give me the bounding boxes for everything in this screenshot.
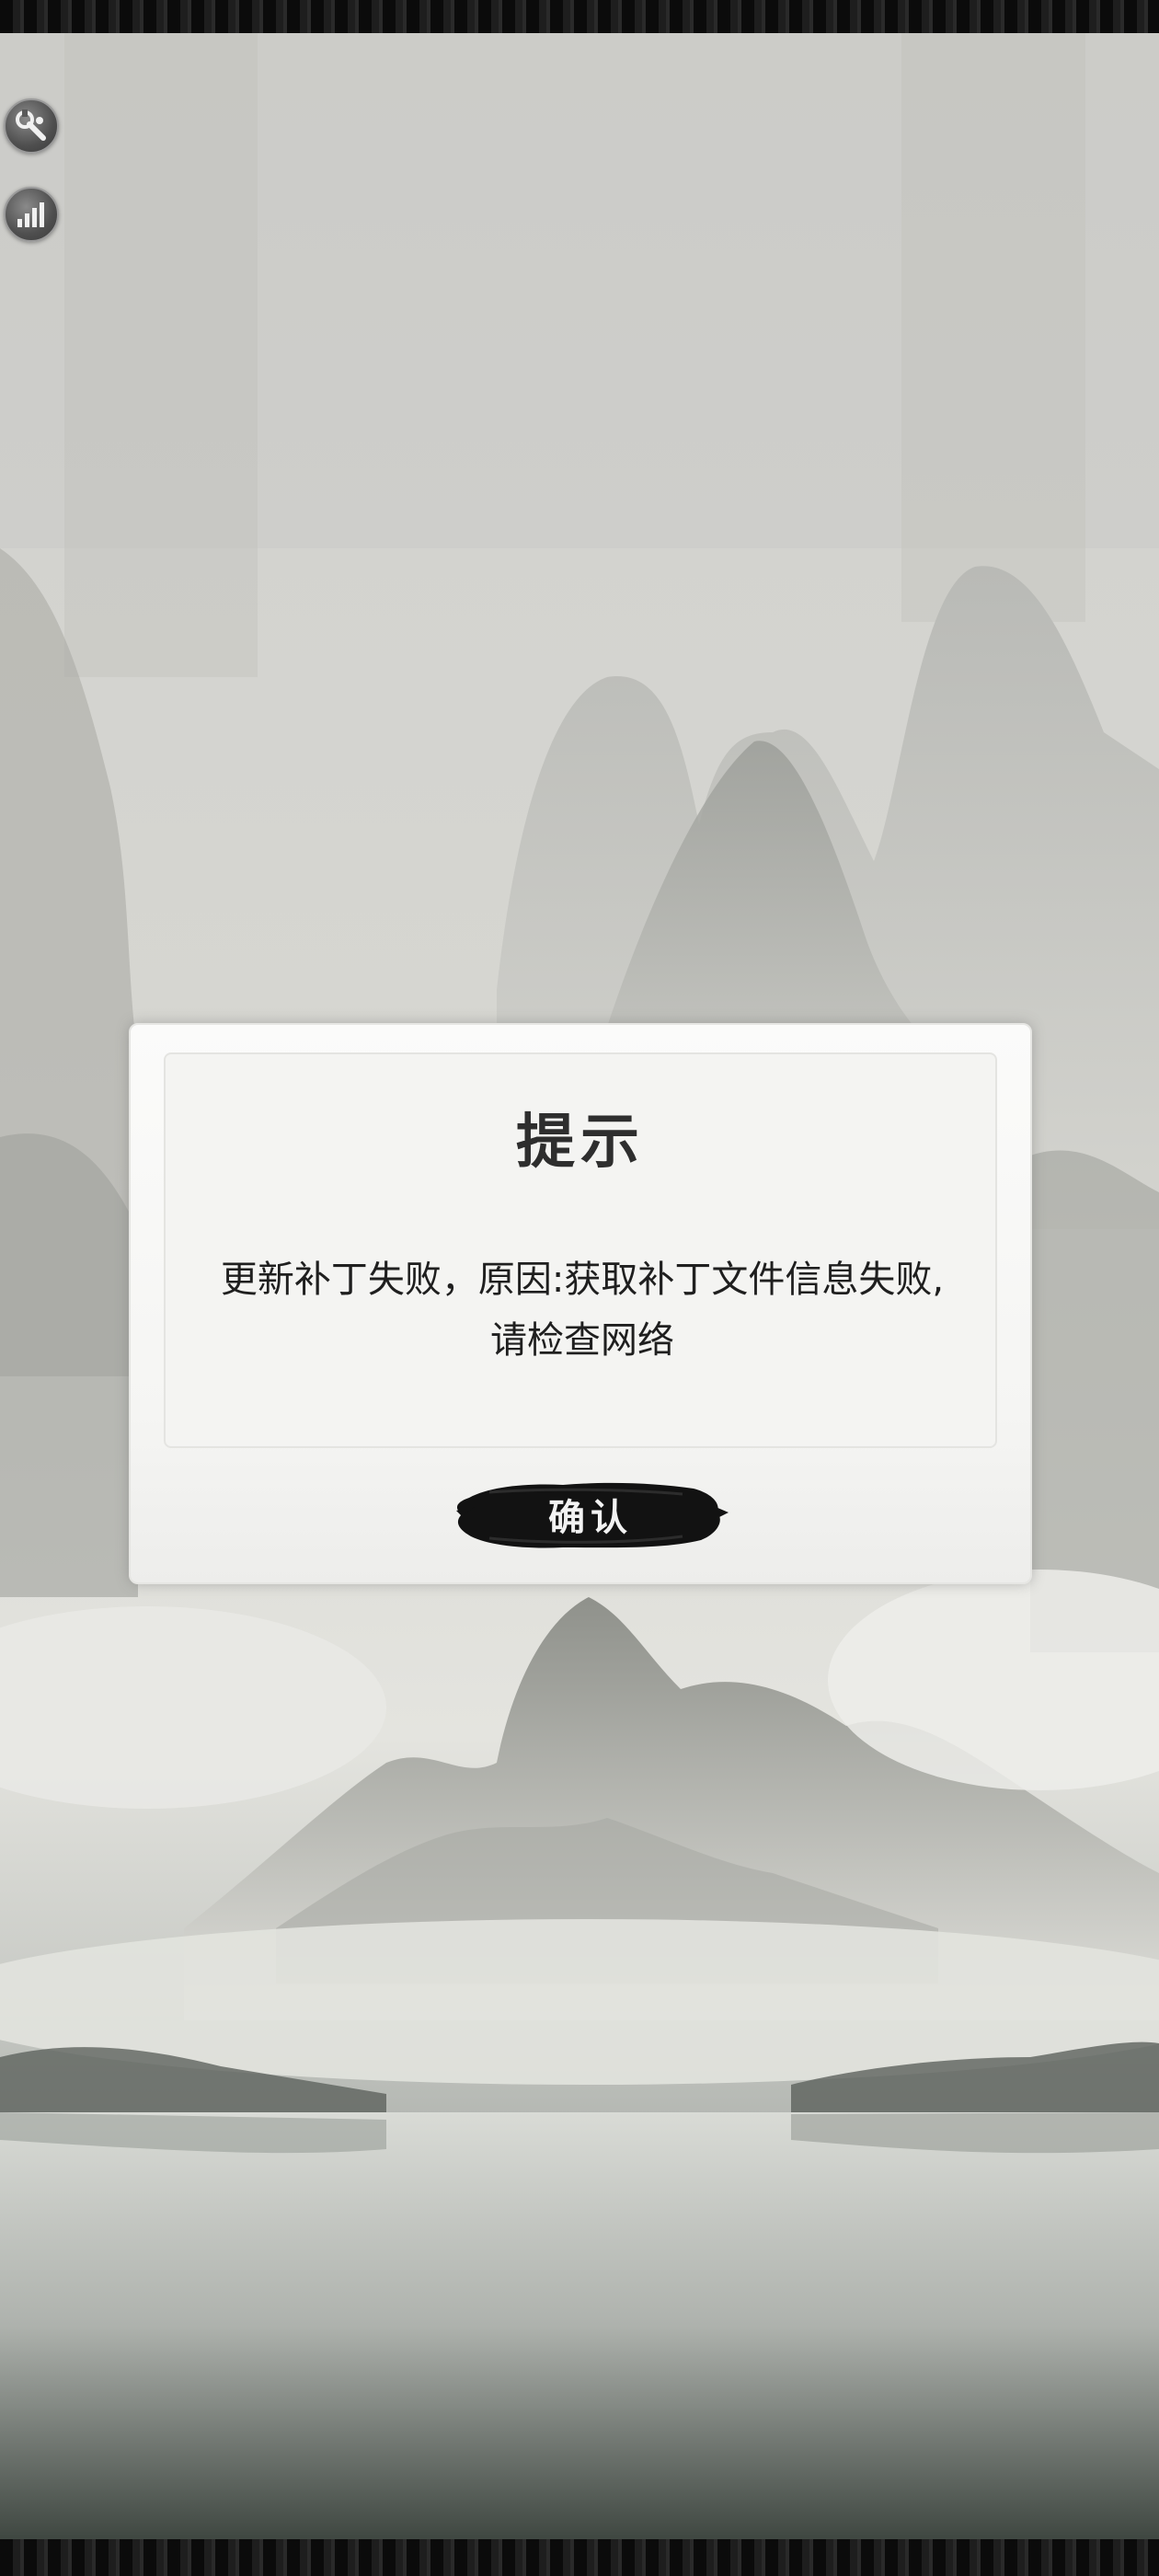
- tools-button[interactable]: [4, 98, 59, 154]
- update-failed-dialog: 提示 更新补丁失败，原因:获取补丁文件信息失败,请检查网络 确认: [129, 1023, 1032, 1584]
- dialog-content-panel: 提示 更新补丁失败，原因:获取补丁文件信息失败,请检查网络: [164, 1052, 997, 1448]
- signal-bars-icon: [14, 197, 49, 232]
- network-status-button[interactable]: [4, 187, 59, 242]
- bottom-frame-bar: [0, 2539, 1159, 2576]
- confirm-button[interactable]: 确认: [453, 1470, 729, 1558]
- dialog-title: 提示: [516, 1108, 645, 1177]
- confirm-button-label: 确认: [548, 1496, 633, 1539]
- wrench-icon: [13, 108, 50, 144]
- top-frame-bar: [0, 0, 1159, 33]
- dialog-message: 更新补丁失败，原因:获取补丁文件信息失败,请检查网络: [220, 1259, 945, 1362]
